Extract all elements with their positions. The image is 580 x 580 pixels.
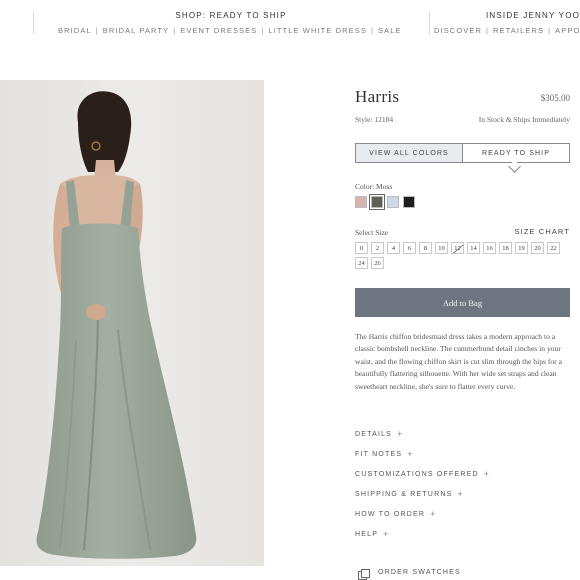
accordion-label: DETAILS bbox=[355, 430, 393, 438]
size-option-20[interactable]: 20 bbox=[531, 242, 544, 254]
size-option-22[interactable]: 22 bbox=[547, 242, 560, 254]
shop-ready-to-ship-heading[interactable]: SHOP: READY TO SHIP bbox=[0, 11, 462, 20]
nav-separator: | bbox=[261, 26, 265, 35]
swatch-black[interactable] bbox=[403, 196, 415, 208]
accordion-help[interactable]: HELP + bbox=[355, 524, 570, 544]
shop-links: BRIDAL | BRIDAL PARTY | EVENT DRESSES | LITTLE… bbox=[58, 26, 402, 35]
color-label: Color: Moss bbox=[355, 182, 393, 191]
size-options: 0 2 4 6 8 10 12 14 16 18 19 20 22 24 26 bbox=[355, 242, 570, 269]
size-option-8[interactable]: 8 bbox=[419, 242, 432, 254]
plus-icon: + bbox=[407, 449, 413, 459]
accordion-label: CUSTOMIZATIONS OFFERED bbox=[355, 470, 479, 478]
swatch-book-icon bbox=[358, 567, 370, 580]
dress-model-illustration bbox=[0, 80, 264, 566]
inside-links: DISCOVER|RETAILERS|APPOU bbox=[434, 26, 580, 35]
size-label: Select Size bbox=[355, 228, 389, 237]
info-accordion: DETAILS + FIT NOTES + CUSTOMIZATIONS OFFERED… bbox=[355, 424, 570, 544]
nav-separator: | bbox=[173, 26, 177, 35]
nav-link-bridal[interactable]: BRIDAL bbox=[58, 26, 92, 35]
nav-link-retailers[interactable]: RETAILERS bbox=[493, 26, 544, 35]
accordion-details[interactable]: DETAILS + bbox=[355, 424, 570, 444]
plus-icon: + bbox=[457, 489, 463, 499]
color-swatches bbox=[355, 194, 415, 210]
size-option-2[interactable]: 2 bbox=[371, 242, 384, 254]
size-option-12[interactable]: 12 bbox=[451, 242, 464, 254]
product-image[interactable] bbox=[0, 80, 264, 566]
size-option-24[interactable]: 24 bbox=[355, 257, 368, 269]
size-option-18[interactable]: 18 bbox=[499, 242, 512, 254]
size-option-14[interactable]: 14 bbox=[467, 242, 480, 254]
product-title: Harris bbox=[355, 87, 400, 106]
size-option-0[interactable]: 0 bbox=[355, 242, 368, 254]
nav-link-event-dresses[interactable]: EVENT DRESSES bbox=[180, 26, 257, 35]
stock-status: In Stock & Ships Immediately bbox=[478, 115, 570, 124]
color-tabs: VIEW ALL COLORS READY TO SHIP bbox=[355, 143, 570, 163]
accordion-shipping-returns[interactable]: SHIPPING & RETURNS + bbox=[355, 484, 570, 504]
size-chart-link[interactable]: SIZE CHART bbox=[515, 227, 570, 236]
plus-icon: + bbox=[397, 429, 403, 439]
nav-separator: | bbox=[485, 26, 490, 35]
size-option-19[interactable]: 19 bbox=[515, 242, 528, 254]
accordion-customizations-offered[interactable]: CUSTOMIZATIONS OFFERED + bbox=[355, 464, 570, 484]
accordion-label: SHIPPING & RETURNS bbox=[355, 490, 453, 498]
nav-separator: | bbox=[95, 26, 99, 35]
accordion-label: FIT NOTES bbox=[355, 450, 403, 458]
accordion-label: HOW TO ORDER bbox=[355, 510, 426, 518]
plus-icon: + bbox=[383, 529, 389, 539]
nav-link-appointments[interactable]: APPOU bbox=[555, 26, 580, 35]
nav-divider-right bbox=[429, 12, 430, 34]
accordion-fit-notes[interactable]: FIT NOTES + bbox=[355, 444, 570, 464]
accordion-label: HELP bbox=[355, 530, 379, 538]
size-option-16[interactable]: 16 bbox=[483, 242, 496, 254]
swatch-light-blue[interactable] bbox=[387, 196, 399, 208]
order-swatches-link[interactable]: ORDER SWATCHES bbox=[358, 567, 461, 580]
nav-link-bridal-party[interactable]: BRIDAL PARTY bbox=[103, 26, 169, 35]
nav-link-little-white-dress[interactable]: LITTLE WHITE DRESS bbox=[268, 26, 367, 35]
add-to-bag-button[interactable]: Add to Bag bbox=[355, 288, 570, 317]
order-swatches-label: ORDER SWATCHES bbox=[378, 569, 461, 576]
swatch-blush[interactable] bbox=[355, 196, 367, 208]
nav-link-sale[interactable]: SALE bbox=[378, 26, 402, 35]
inside-jenny-yoo-heading[interactable]: INSIDE JENNY YOO bbox=[486, 11, 580, 20]
tab-view-all-colors[interactable]: VIEW ALL COLORS bbox=[356, 144, 463, 162]
plus-icon: + bbox=[430, 509, 436, 519]
product-description: The Harris chiffon bridesmaid dress take… bbox=[355, 332, 562, 391]
size-option-10[interactable]: 10 bbox=[435, 242, 448, 254]
plus-icon: + bbox=[483, 469, 490, 479]
nav-link-discover[interactable]: DISCOVER bbox=[434, 26, 482, 35]
size-option-4[interactable]: 4 bbox=[387, 242, 400, 254]
size-option-26[interactable]: 26 bbox=[371, 257, 384, 269]
size-option-6[interactable]: 6 bbox=[403, 242, 416, 254]
accordion-how-to-order[interactable]: HOW TO ORDER + bbox=[355, 504, 570, 524]
swatch-moss[interactable] bbox=[369, 194, 385, 210]
top-navigation: SHOP: READY TO SHIP BRIDAL | BRIDAL PARTY |… bbox=[0, 0, 580, 48]
nav-separator: | bbox=[548, 26, 552, 35]
product-price: $305.00 bbox=[540, 93, 570, 103]
style-number: Style: 12184 bbox=[355, 115, 394, 124]
tab-ready-to-ship[interactable]: READY TO SHIP bbox=[463, 144, 569, 162]
nav-separator: | bbox=[370, 26, 375, 35]
